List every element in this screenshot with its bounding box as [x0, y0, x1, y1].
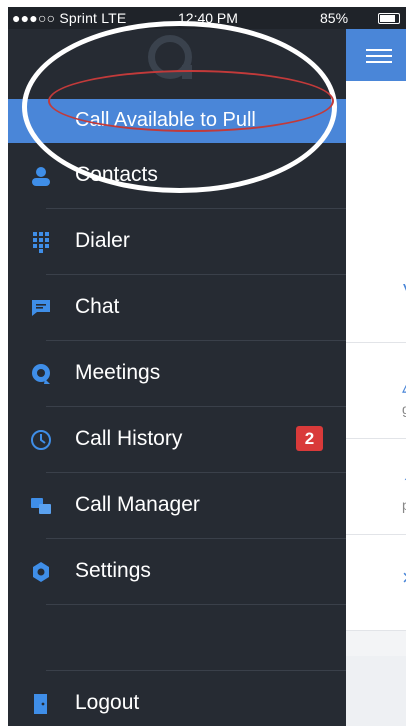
- phone-screen: ●●●○○ Sprint LTE 12:40 PM 85% ˅ ▵g ↑p × …: [8, 7, 406, 726]
- drawer-spacer: [8, 605, 346, 671]
- menu-item-label: Chat: [75, 295, 120, 318]
- menu-item-dialer[interactable]: Dialer: [8, 209, 346, 275]
- menu-item-meetings[interactable]: Meetings: [8, 341, 346, 407]
- menu-item-call-manager[interactable]: Call Manager: [8, 473, 346, 539]
- menu-item-label: Call History: [75, 427, 183, 450]
- main-content: ˅ ▵g ↑p ×: [346, 29, 406, 726]
- dialpad-icon: [30, 231, 52, 253]
- menu-item-label: Dialer: [75, 229, 130, 252]
- clock-icon: [30, 429, 52, 451]
- item-icon: ˅: [402, 277, 406, 303]
- menu-item-label: Logout: [75, 691, 140, 714]
- list-item[interactable]: ▵g: [346, 343, 406, 439]
- menu-item-label: Call Manager: [75, 493, 200, 516]
- menu-item-call-history[interactable]: Call History 2: [8, 407, 346, 473]
- battery-icon: [378, 13, 400, 24]
- carrier-signal: ●●●○○ Sprint LTE: [12, 10, 127, 26]
- content-panel: [346, 81, 406, 247]
- list-item[interactable]: ×: [346, 535, 406, 631]
- chat-icon: [30, 297, 52, 319]
- menu-item-logout[interactable]: Logout: [8, 671, 346, 726]
- item-icon: ▵: [402, 373, 406, 399]
- menu-item-settings[interactable]: Settings: [8, 539, 346, 605]
- item-sub: p: [402, 497, 406, 513]
- item-icon: ×: [402, 565, 406, 591]
- item-icon: ↑: [402, 469, 406, 495]
- bottom-bar: [346, 656, 406, 726]
- highlight-oval-inner: [48, 70, 334, 132]
- battery-level: [380, 15, 395, 22]
- call-history-badge: 2: [296, 426, 323, 451]
- call-manager-icon: [30, 495, 52, 517]
- top-app-bar: [346, 29, 406, 81]
- menu-item-label: Meetings: [75, 361, 161, 384]
- menu-item-chat[interactable]: Chat: [8, 275, 346, 341]
- meetings-icon: [30, 363, 52, 385]
- contacts-icon: [30, 165, 52, 187]
- gear-icon: [30, 561, 52, 583]
- logout-icon: [30, 693, 52, 715]
- battery-percent: 85%: [320, 10, 349, 26]
- menu-icon[interactable]: [366, 49, 392, 63]
- list-item[interactable]: ↑p: [346, 439, 406, 535]
- item-sub: g: [402, 401, 406, 417]
- list-item[interactable]: ˅: [346, 247, 406, 343]
- menu-item-label: Settings: [75, 559, 151, 582]
